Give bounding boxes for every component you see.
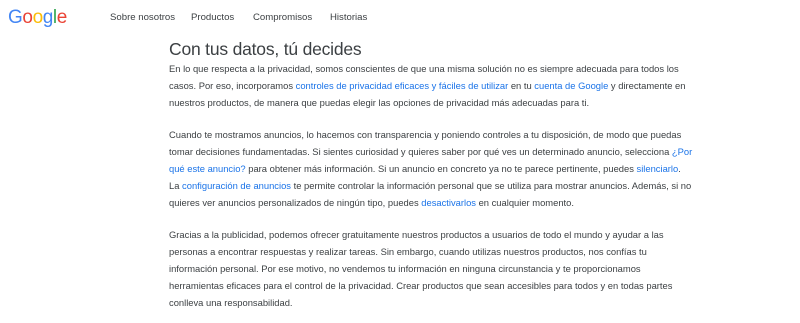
paragraph-text: Cuando te mostramos anuncios, lo hacemos… bbox=[169, 128, 682, 157]
mute-ad-link[interactable]: silenciarlo bbox=[637, 163, 679, 174]
logo-letter: g bbox=[42, 7, 54, 28]
paragraph-text: para obtener más información. Si un anun… bbox=[245, 163, 637, 175]
main-content: Con tus datos, tú decides En lo que resp… bbox=[169, 38, 693, 312]
logo-letter: G bbox=[8, 7, 23, 28]
disable-personalized-ads-link[interactable]: desactivarlos bbox=[421, 197, 476, 208]
paragraph-privacy-controls: En lo que respecta a la privacidad, somo… bbox=[169, 60, 693, 112]
google-logo[interactable]: Google bbox=[8, 7, 67, 29]
google-account-link[interactable]: cuenta de Google bbox=[534, 80, 608, 91]
nav-item-productos[interactable]: Productos bbox=[191, 11, 234, 25]
nav-item-sobre-nosotros[interactable]: Sobre nosotros bbox=[110, 11, 175, 25]
nav-item-compromisos[interactable]: Compromisos bbox=[253, 11, 312, 25]
logo-letter: o bbox=[22, 7, 33, 28]
top-navigation-bar: Google Sobre nosotros Productos Compromi… bbox=[0, 0, 800, 34]
paragraph-text: en tu bbox=[508, 80, 535, 92]
paragraph-text: en cualquier momento. bbox=[475, 197, 574, 209]
logo-letter: e bbox=[56, 7, 68, 28]
nav-item-historias[interactable]: Historias bbox=[330, 11, 367, 25]
ad-settings-link[interactable]: configuración de anuncios bbox=[182, 180, 291, 191]
paragraph-advertising-responsibility: Gracias a la publicidad, podemos ofrecer… bbox=[169, 228, 673, 309]
section-heading: Con tus datos, tú decides bbox=[169, 39, 362, 59]
logo-letter: o bbox=[32, 7, 44, 28]
paragraph-ads-transparency: Cuando te mostramos anuncios, lo hacemos… bbox=[169, 126, 693, 212]
privacy-controls-link[interactable]: controles de privacidad eficaces y fácil… bbox=[296, 80, 509, 91]
